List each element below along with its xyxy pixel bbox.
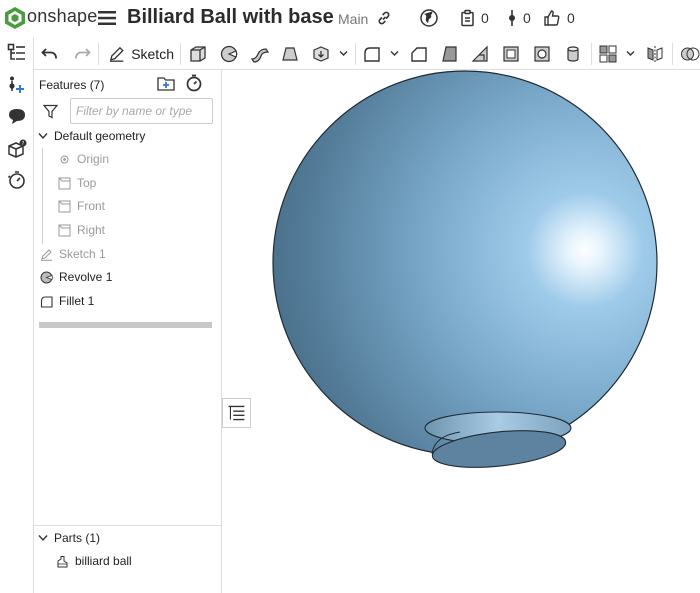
sweep-icon[interactable] (250, 44, 270, 64)
sketch-pencil-icon (109, 46, 124, 62)
toolbar-separator (180, 43, 181, 65)
toolbar-separator (355, 43, 356, 65)
thicken-icon[interactable] (311, 44, 331, 64)
link-icon[interactable] (376, 10, 392, 26)
globe-icon[interactable] (420, 9, 438, 27)
brand-name: onshape (27, 6, 98, 26)
feature-toolbar: Sketch (0, 37, 700, 70)
chamfer-icon[interactable] (409, 44, 429, 64)
toolbar-separator (98, 43, 99, 65)
revolve-icon[interactable] (219, 44, 239, 64)
hamburger-menu-icon[interactable] (98, 10, 116, 26)
chevron-down-icon[interactable] (390, 50, 399, 57)
sketch-button[interactable]: Sketch (104, 42, 174, 66)
shell-icon[interactable] (501, 44, 521, 64)
versions-count: 0 (481, 10, 489, 26)
draft-icon[interactable] (440, 44, 460, 64)
hole-icon[interactable] (532, 44, 552, 64)
mirror-icon[interactable] (645, 44, 665, 64)
chevron-down-icon[interactable] (626, 50, 635, 57)
undo-icon[interactable] (40, 44, 60, 64)
toolbar-separator (591, 43, 592, 65)
top-bar: onshape Billiard Ball with base Main 0 0… (0, 0, 700, 37)
extrude-icon[interactable] (188, 44, 208, 64)
sketch-label: Sketch (131, 46, 174, 62)
like-icon[interactable] (543, 9, 561, 27)
feature-list-icon[interactable] (7, 43, 27, 63)
likes-count: 0 (567, 10, 575, 26)
branches-count: 0 (523, 10, 531, 26)
billiard-ball-sphere[interactable] (272, 70, 658, 456)
branches-icon[interactable] (503, 9, 521, 27)
boolean-icon[interactable] (680, 44, 700, 64)
fillet-icon[interactable] (362, 44, 382, 64)
versions-icon[interactable] (459, 9, 477, 27)
toolbar-separator (672, 43, 673, 65)
document-title[interactable]: Billiard Ball with base (127, 6, 334, 29)
graphics-viewport[interactable] (0, 70, 700, 593)
chevron-down-icon[interactable] (339, 50, 348, 57)
onshape-logo-icon[interactable] (3, 6, 27, 30)
branch-label[interactable]: Main (338, 11, 368, 27)
redo-icon[interactable] (72, 44, 92, 64)
pattern-icon[interactable] (598, 44, 618, 64)
loft-icon[interactable] (280, 44, 300, 64)
cylinder-icon[interactable] (563, 44, 583, 64)
rib-icon[interactable] (470, 44, 490, 64)
